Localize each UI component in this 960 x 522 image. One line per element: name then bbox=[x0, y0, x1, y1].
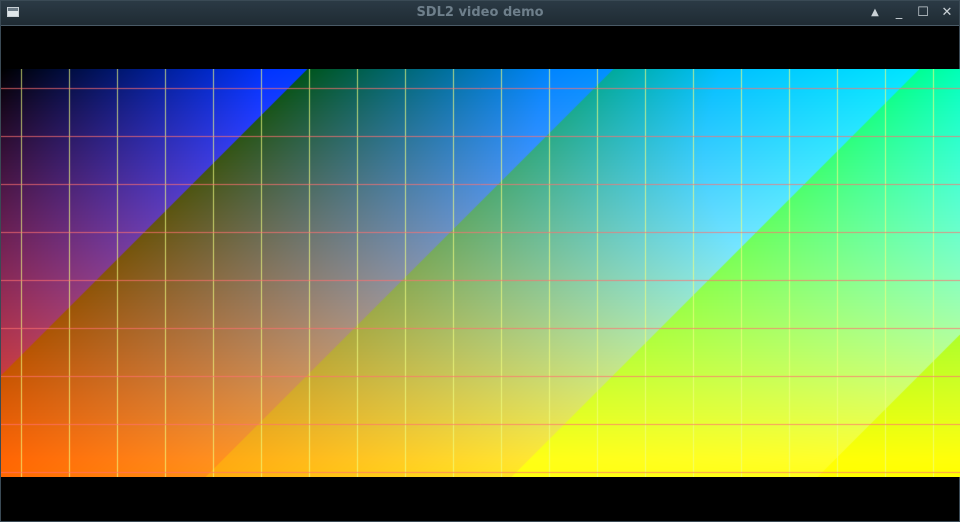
title-bar[interactable]: SDL2 video demo ▲ _ ☐ ✕ bbox=[1, 1, 959, 26]
window-title: SDL2 video demo bbox=[416, 5, 544, 20]
shade-up-icon[interactable]: ▲ bbox=[865, 3, 885, 23]
minimize-icon[interactable]: _ bbox=[889, 3, 909, 23]
video-frame bbox=[1, 69, 960, 477]
test-pattern-canvas bbox=[1, 69, 960, 477]
close-icon[interactable]: ✕ bbox=[937, 3, 957, 23]
maximize-icon[interactable]: ☐ bbox=[913, 3, 933, 23]
